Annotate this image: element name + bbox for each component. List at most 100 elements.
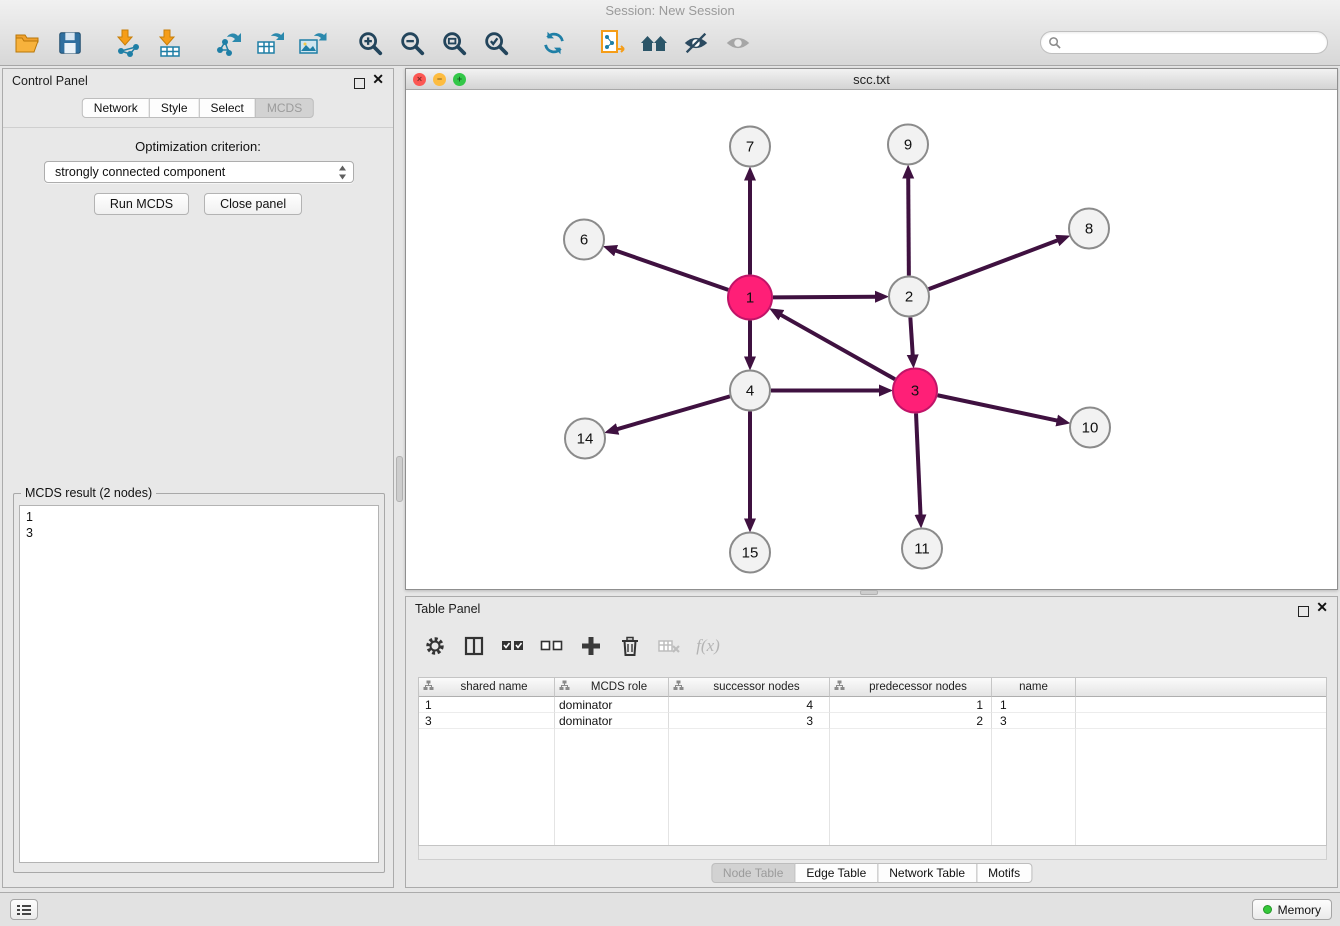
zoom-selected-icon[interactable] (478, 23, 514, 63)
tab-edge-table[interactable]: Edge Table (794, 863, 878, 883)
new-network-from-selection-icon[interactable] (594, 23, 630, 63)
network-node[interactable]: 3 (893, 369, 937, 413)
zoom-window-icon[interactable]: + (453, 73, 466, 86)
cell-mcds-role[interactable]: dominator (555, 697, 669, 713)
node-label: 11 (914, 541, 930, 558)
cell-successor-nodes[interactable]: 3 (669, 713, 830, 729)
network-edge[interactable] (938, 395, 1058, 420)
run-mcds-button[interactable]: Run MCDS (94, 193, 189, 215)
network-node[interactable]: 1 (728, 276, 772, 320)
export-network-icon[interactable] (210, 23, 246, 63)
node-label: 9 (904, 137, 912, 154)
zoom-in-icon[interactable] (352, 23, 388, 63)
first-neighbors-icon[interactable] (636, 23, 672, 63)
column-header-name[interactable]: name (992, 678, 1076, 697)
column-header-successor-nodes[interactable]: successor nodes (669, 678, 830, 697)
deselect-all-icon[interactable] (537, 631, 567, 661)
cell-shared-name[interactable]: 3 (419, 713, 555, 729)
table-row[interactable]: 1 dominator 4 1 1 (419, 697, 1326, 713)
search-field[interactable] (1040, 31, 1328, 54)
network-edge[interactable] (908, 177, 909, 275)
cell-name[interactable]: 3 (992, 713, 1076, 729)
delete-column-icon[interactable] (615, 631, 645, 661)
column-header-mcds-role[interactable]: MCDS role (555, 678, 669, 697)
minimize-window-icon[interactable]: − (433, 73, 446, 86)
import-network-from-file-icon[interactable] (110, 23, 146, 63)
tab-style[interactable]: Style (149, 98, 200, 118)
close-panel-button[interactable]: Close panel (204, 193, 302, 215)
table-settings-icon[interactable] (420, 631, 450, 661)
network-node[interactable]: 6 (564, 220, 604, 260)
network-node[interactable]: 4 (730, 371, 770, 411)
network-node[interactable]: 7 (730, 127, 770, 167)
node-label: 7 (746, 139, 754, 156)
network-edge[interactable] (929, 240, 1058, 289)
export-image-icon[interactable] (294, 23, 330, 63)
vertical-splitter-handle[interactable] (396, 456, 403, 502)
close-window-icon[interactable]: × (413, 73, 426, 86)
add-column-icon[interactable] (576, 631, 606, 661)
network-edge[interactable] (773, 297, 876, 298)
cell-predecessor-nodes[interactable]: 2 (830, 713, 992, 729)
network-window-title: scc.txt (406, 72, 1337, 87)
node-label: 2 (905, 289, 913, 306)
close-panel-icon[interactable]: ✕ (372, 74, 384, 85)
column-chooser-icon[interactable] (459, 631, 489, 661)
tab-motifs[interactable]: Motifs (976, 863, 1032, 883)
table-panel-header: Table Panel ✕ (406, 597, 1337, 621)
float-table-panel-icon[interactable] (1298, 604, 1309, 622)
refresh-layout-icon[interactable] (536, 23, 572, 63)
network-edge[interactable] (910, 317, 912, 355)
table-horizontal-scrollbar[interactable] (418, 846, 1327, 860)
control-panel: Control Panel ✕ Network Style Select MCD… (2, 68, 394, 888)
node-label: 15 (742, 545, 759, 562)
cell-mcds-role[interactable]: dominator (555, 713, 669, 729)
network-canvas[interactable]: 7 9 6 8 1 2 4 3 14 10 15 11 (406, 90, 1337, 589)
network-edge[interactable] (780, 315, 894, 380)
network-edge[interactable] (617, 396, 730, 429)
criterion-dropdown[interactable]: strongly connected component (44, 161, 354, 183)
column-header-shared-name[interactable]: shared name (419, 678, 555, 697)
memory-button[interactable]: Memory (1252, 899, 1332, 920)
import-table-from-file-icon[interactable] (152, 23, 188, 63)
window-title: Session: New Session (0, 3, 1340, 18)
network-node[interactable]: 9 (888, 125, 928, 165)
control-panel-title: Control Panel (12, 74, 88, 88)
network-node[interactable]: 8 (1069, 209, 1109, 249)
hide-graphics-details-icon[interactable] (678, 23, 714, 63)
cell-predecessor-nodes[interactable]: 1 (830, 697, 992, 713)
network-node[interactable]: 2 (889, 277, 929, 317)
mcds-result-title: MCDS result (2 nodes) (21, 486, 156, 500)
network-edge[interactable] (615, 250, 728, 290)
network-node[interactable]: 14 (565, 419, 605, 459)
select-all-icon[interactable] (498, 631, 528, 661)
network-edge[interactable] (916, 413, 921, 515)
network-node[interactable]: 11 (902, 529, 942, 569)
search-input[interactable] (1061, 36, 1327, 50)
network-node[interactable]: 10 (1070, 408, 1110, 448)
node-label: 10 (1082, 420, 1099, 437)
optimization-criterion-label: Optimization criterion: (3, 139, 393, 154)
show-graphics-details-icon[interactable] (720, 23, 756, 63)
tab-select[interactable]: Select (199, 98, 256, 118)
show-panel-list-button[interactable] (10, 899, 38, 920)
save-session-icon[interactable] (52, 23, 88, 63)
network-window-titlebar[interactable]: scc.txt × − + (406, 69, 1337, 90)
cell-successor-nodes[interactable]: 4 (669, 697, 830, 713)
close-table-panel-icon[interactable]: ✕ (1316, 602, 1328, 613)
tab-mcds[interactable]: MCDS (255, 98, 314, 118)
zoom-fit-icon[interactable] (436, 23, 472, 63)
column-header-predecessor-nodes[interactable]: predecessor nodes (830, 678, 992, 697)
cell-name[interactable]: 1 (992, 697, 1076, 713)
zoom-out-icon[interactable] (394, 23, 430, 63)
export-table-icon[interactable] (252, 23, 288, 63)
tab-network-table[interactable]: Network Table (877, 863, 977, 883)
horizontal-splitter-handle[interactable] (860, 590, 878, 595)
network-node[interactable]: 15 (730, 533, 770, 573)
float-panel-icon[interactable] (354, 76, 365, 94)
cell-shared-name[interactable]: 1 (419, 697, 555, 713)
tab-network[interactable]: Network (82, 98, 150, 118)
table-row[interactable]: 3 dominator 3 2 3 (419, 713, 1326, 729)
tab-node-table[interactable]: Node Table (711, 863, 796, 883)
open-session-icon[interactable] (10, 23, 46, 63)
